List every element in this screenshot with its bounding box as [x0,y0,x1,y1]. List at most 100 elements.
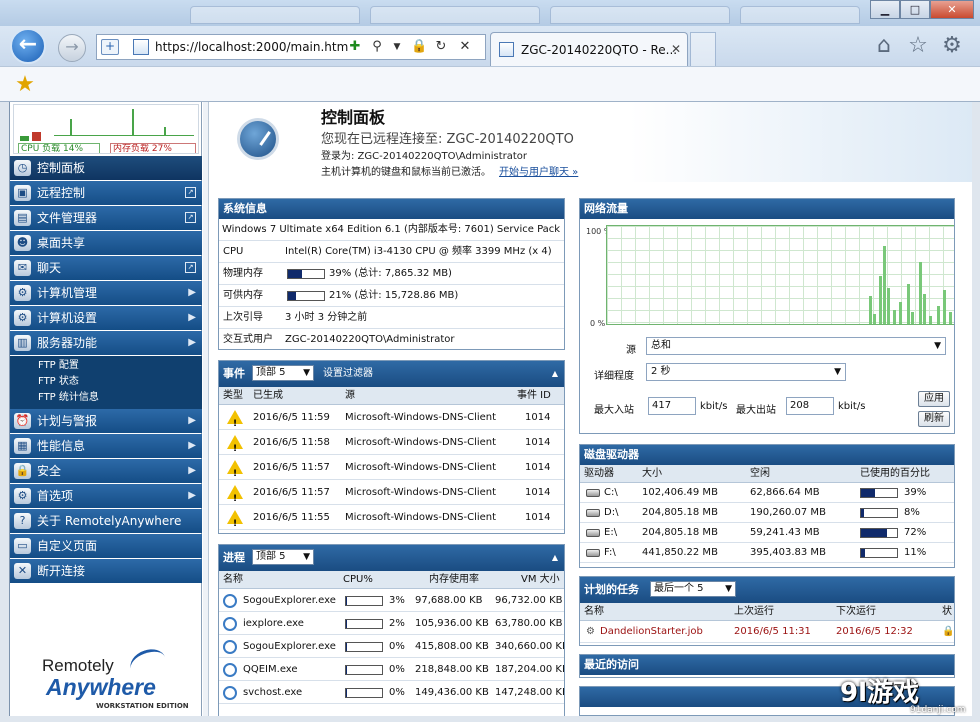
sidebar-item[interactable]: ✉ 聊天 ↗ [10,256,202,280]
close-window-button[interactable]: ✕ [930,0,974,19]
disks-table-header: 驱动器 大小 空闲 已使用的百分比 [580,465,954,483]
service-icon [223,686,237,700]
background-tab[interactable] [550,6,730,24]
sidebar-item-label: 计算机管理 [37,286,98,300]
sidebar: CPU 负载 14% 内存负载 27% ◷ 控制面板 ▣ 远程控制 ↗ ▤ 文件管理器 ↗ ☻ 桌… [10,102,202,716]
process-row[interactable]: SogouExplorer.exe 0% 415,808.00 KB 340,660.… [219,635,564,658]
sidebar-item[interactable]: ⏰ 计划与警报 ▶ [10,409,202,433]
sidebar-item-label: 远程控制 [37,186,86,200]
source-select[interactable]: 总和 ▼ [646,337,946,355]
disk-usage-meter [860,488,898,498]
submenu-ftp-config[interactable]: FTP 配置 [10,358,202,374]
task-row[interactable]: ⚙ DandelionStarter.job 2016/6/5 11:31 2016/… [580,621,954,643]
disk-free: 395,403.83 MB [750,547,826,558]
events-table-header: 类型 已生成 源 事件 ID [219,387,564,405]
traffic-bar [937,306,940,324]
unit-label: kbit/s [700,401,728,412]
scheduled-filter-select[interactable]: 最后一个 5 ▼ [650,581,736,597]
sidebar-item[interactable]: ☻ 桌面共享 [10,231,202,255]
sidebar-item[interactable]: ▤ 文件管理器 ↗ [10,206,202,230]
open-window-icon[interactable]: ↗ [185,262,196,273]
disk-row[interactable]: E:\ 204,805.18 MB 59,241.43 MB 72% [580,523,954,543]
scheduled-panel: 计划的任务 最后一个 5 ▼ 名称 上次运行 下次运行 状 ⚙ DandelionS… [579,576,955,646]
back-button[interactable]: ← [10,28,46,64]
event-id: 1014 [525,437,551,448]
event-row[interactable]: 2016/6/5 11:59 Microsoft-Windows-DNS-Clie… [219,405,564,437]
lock-icon[interactable]: 🔒 [411,39,427,55]
process-row[interactable]: SogouExplorer.exe 3% 97,688.00 KB 96,732.00… [219,589,564,612]
sidebar-item[interactable]: ▭ 自定义页面 [10,534,202,558]
cpu-meter [345,596,383,606]
disk-drive: D:\ [604,507,619,518]
cert-icon[interactable]: ✚ [347,39,363,55]
sidebar-menu: ◷ 控制面板 ▣ 远程控制 ↗ ▤ 文件管理器 ↗ ☻ 桌面共享 ✉ 聊天 ↗ ⚙ 计算机管理 ▶ ⚙ 计算机设置… [10,156,202,584]
start-chat-link[interactable]: 开始与用户聊天 » [499,167,578,178]
chat-icon: ✉ [14,260,31,276]
apply-button[interactable]: 应用 [918,391,950,407]
background-tab[interactable] [740,6,860,24]
set-filter-link[interactable]: 设置过滤器 [323,361,373,387]
disk-row[interactable]: D:\ 204,805.18 MB 190,260.07 MB 8% [580,503,954,523]
process-row[interactable]: QQEIM.exe 0% 218,848.00 KB 187,204.00 KB [219,658,564,681]
col-used-pct: 已使用的百分比 [860,468,930,479]
tab-close-icon[interactable]: ✕ [671,42,681,56]
maximize-button[interactable]: □ [900,0,930,19]
forward-button[interactable]: → [58,34,86,62]
sidebar-item[interactable]: ⚙ 计算机管理 ▶ [10,281,202,305]
event-row[interactable]: 2016/6/5 11:55 Microsoft-Windows-DNS-Clie… [219,505,564,533]
stop-icon[interactable]: ✕ [457,39,473,55]
detail-select[interactable]: 2 秒 ▼ [646,363,846,381]
background-tab[interactable] [370,6,540,24]
sidebar-item[interactable]: ⚙ 首选项 ▶ [10,484,202,508]
processes-filter-select[interactable]: 顶部 5 ▼ [252,549,314,565]
new-tab-button[interactable] [690,32,716,66]
compat-view-icon[interactable]: + [101,39,119,55]
open-window-icon[interactable]: ↗ [185,212,196,223]
background-tab[interactable] [190,6,360,24]
collapse-arrow-icon[interactable]: ▲ [552,545,558,571]
sidebar-item[interactable]: ⚙ 计算机设置 ▶ [10,306,202,330]
submenu-ftp-status[interactable]: FTP 状态 [10,374,202,390]
gear-icon[interactable]: ⚙ [938,32,966,60]
refresh-icon[interactable]: ↻ [433,39,449,55]
sidebar-item[interactable]: ◷ 控制面板 [10,156,202,180]
process-row[interactable]: svchost.exe 0% 149,436.00 KB 147,248.00 KB [219,681,564,704]
search-icon[interactable]: ⚲ [369,39,385,55]
sidebar-item[interactable]: ? 关于 RemotelyAnywhere [10,509,202,533]
schedule-icon: ⏰ [14,413,31,429]
event-row[interactable]: 2016/6/5 11:57 Microsoft-Windows-DNS-Clie… [219,455,564,487]
sidebar-item[interactable]: ▦ 性能信息 ▶ [10,434,202,458]
process-row[interactable]: iexplore.exe 2% 105,936.00 KB 63,780.00 KB [219,612,564,635]
active-tab[interactable]: ZGC-20140220QTO - Re... ✕ [490,32,688,66]
sidebar-item[interactable]: ▣ 远程控制 ↗ [10,181,202,205]
sidebar-item[interactable]: ✕ 断开连接 [10,559,202,583]
address-bar[interactable]: + https://localhost:2000/main.htm ✚ ⚲ ▼ … [96,34,486,60]
event-time: 2016/6/5 11:58 [253,437,330,448]
disk-row[interactable]: F:\ 441,850.22 MB 395,403.83 MB 11% [580,543,954,563]
add-favorite-icon[interactable]: ★ [12,72,38,98]
note-text: 主机计算机的键盘和鼠标当前已激活。 [321,167,491,178]
events-filter-select[interactable]: 顶部 5 ▼ [252,365,314,381]
minimize-button[interactable]: ▁ [870,0,900,19]
home-icon[interactable]: ⌂ [870,32,898,60]
col-event-id: 事件 ID [517,390,551,401]
max-out-input[interactable]: 208 [786,397,834,415]
max-in-input[interactable]: 417 [648,397,696,415]
refresh-button[interactable]: 刷新 [918,411,950,427]
event-row[interactable]: 2016/6/5 11:58 Microsoft-Windows-DNS-Clie… [219,430,564,462]
sidebar-item[interactable]: ▥ 服务器功能 ▶ [10,331,202,355]
disk-row[interactable]: C:\ 102,406.49 MB 62,866.64 MB 39% [580,483,954,503]
collapse-arrow-icon[interactable]: ▲ [552,361,558,387]
watermark-sub: 91danji.com [910,705,966,715]
sysinfo-row: 交互式用户 ZGC-20140220QTO\Administrator [219,329,564,349]
sidebar-item[interactable]: 🔒 安全 ▶ [10,459,202,483]
traffic-bar [869,296,872,324]
submenu-ftp-stats[interactable]: FTP 统计信息 [10,390,202,406]
favorites-star-icon[interactable]: ☆ [904,32,932,60]
grid-line [607,286,954,287]
cpu-history-spike [70,119,72,135]
event-row[interactable]: 2016/6/5 11:57 Microsoft-Windows-DNS-Clie… [219,480,564,512]
address-url[interactable]: https://localhost:2000/main.htm [155,40,348,54]
open-window-icon[interactable]: ↗ [185,187,196,198]
dropdown-icon[interactable]: ▼ [389,39,405,55]
